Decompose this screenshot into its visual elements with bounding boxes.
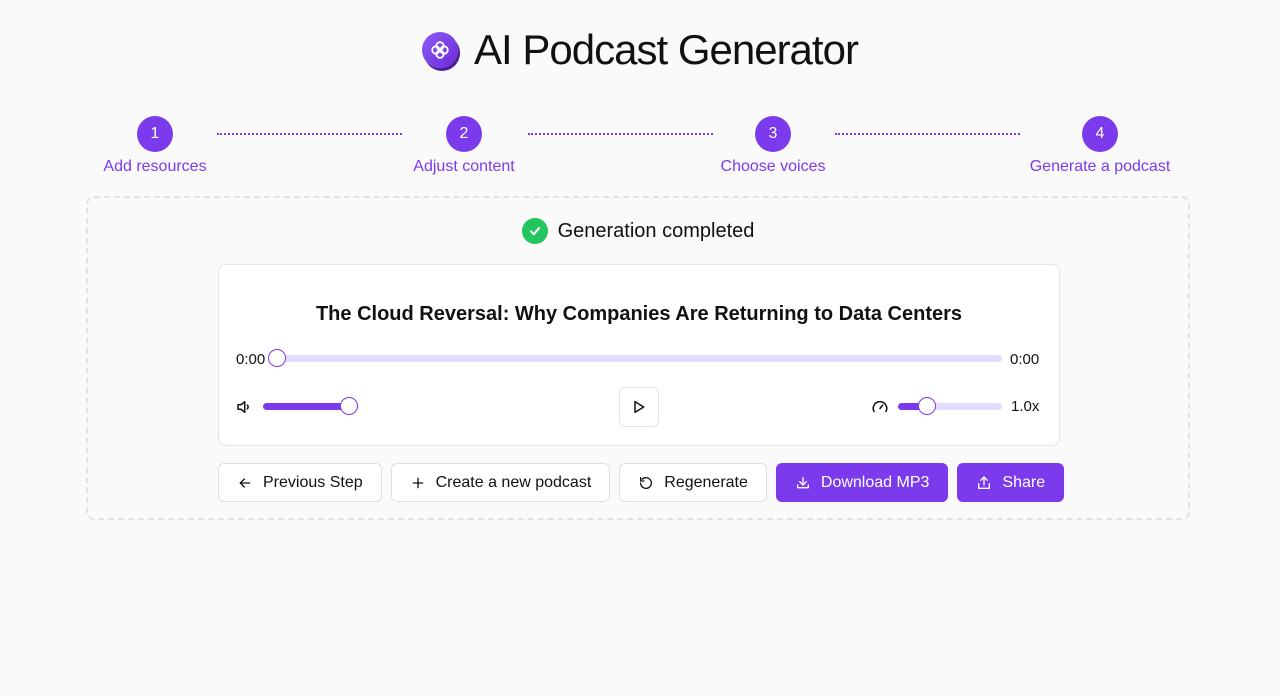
speed-gauge-icon <box>871 398 889 416</box>
step-label: Adjust content <box>413 158 515 175</box>
step-number: 3 <box>755 116 791 152</box>
play-button[interactable] <box>619 387 659 427</box>
app-logo-icon <box>422 32 459 68</box>
playback-rate-slider[interactable] <box>898 397 1002 415</box>
regenerate-label: Regenerate <box>664 473 748 491</box>
step-number: 1 <box>137 116 173 152</box>
download-mp3-label: Download MP3 <box>820 473 930 491</box>
progress-slider[interactable] <box>268 349 1002 367</box>
create-new-podcast-button[interactable]: Create a new podcast <box>390 463 611 502</box>
step-choose-voices[interactable]: 3 Choose voices <box>673 116 873 176</box>
share-icon <box>978 475 991 489</box>
step-generate-podcast[interactable]: 4 Generate a podcast <box>1000 116 1200 176</box>
regenerate-button[interactable]: Regenerate <box>619 463 767 502</box>
stepper: 1 Add resources 2 Adjust content 3 Choos… <box>0 116 1280 180</box>
generation-status: Generation completed <box>88 218 1188 244</box>
action-bar: Previous Step Create a new podcast Regen… <box>218 463 1065 502</box>
step-number: 2 <box>446 116 482 152</box>
plus-icon <box>412 477 423 488</box>
share-label: Share <box>1002 473 1046 491</box>
volume-slider[interactable] <box>263 397 359 415</box>
volume-thumb[interactable] <box>340 397 359 415</box>
progress-thumb[interactable] <box>268 349 286 367</box>
previous-step-button[interactable]: Previous Step <box>218 463 382 502</box>
download-icon <box>796 476 809 488</box>
download-mp3-button[interactable]: Download MP3 <box>775 463 949 502</box>
previous-step-label: Previous Step <box>263 473 363 491</box>
create-new-podcast-label: Create a new podcast <box>435 473 592 491</box>
result-panel: Generation completed The Cloud Reversal:… <box>86 196 1190 520</box>
check-circle-icon <box>521 218 548 244</box>
step-label: Generate a podcast <box>1029 158 1171 175</box>
app-header: AI Podcast Generator <box>0 26 1280 74</box>
status-text: Generation completed <box>557 219 755 242</box>
volume-fill <box>263 403 350 410</box>
step-adjust-content[interactable]: 2 Adjust content <box>364 116 564 176</box>
arrow-left-icon <box>239 477 251 488</box>
refresh-icon <box>640 476 653 489</box>
playback-rate-label: 1.0x <box>1011 398 1040 415</box>
duration: 0:00 <box>1010 351 1040 368</box>
share-button[interactable]: Share <box>957 463 1065 502</box>
page-title: AI Podcast Generator <box>474 26 859 73</box>
step-label: Choose voices <box>720 158 826 175</box>
step-number: 4 <box>1082 116 1118 152</box>
step-add-resources[interactable]: 1 Add resources <box>55 116 255 176</box>
audio-player: The Cloud Reversal: Why Companies Are Re… <box>218 264 1060 446</box>
step-label: Add resources <box>103 158 207 175</box>
volume-icon[interactable] <box>235 398 253 416</box>
current-time: 0:00 <box>236 351 266 368</box>
episode-title: The Cloud Reversal: Why Companies Are Re… <box>315 303 963 325</box>
playback-rate-thumb[interactable] <box>918 397 937 415</box>
